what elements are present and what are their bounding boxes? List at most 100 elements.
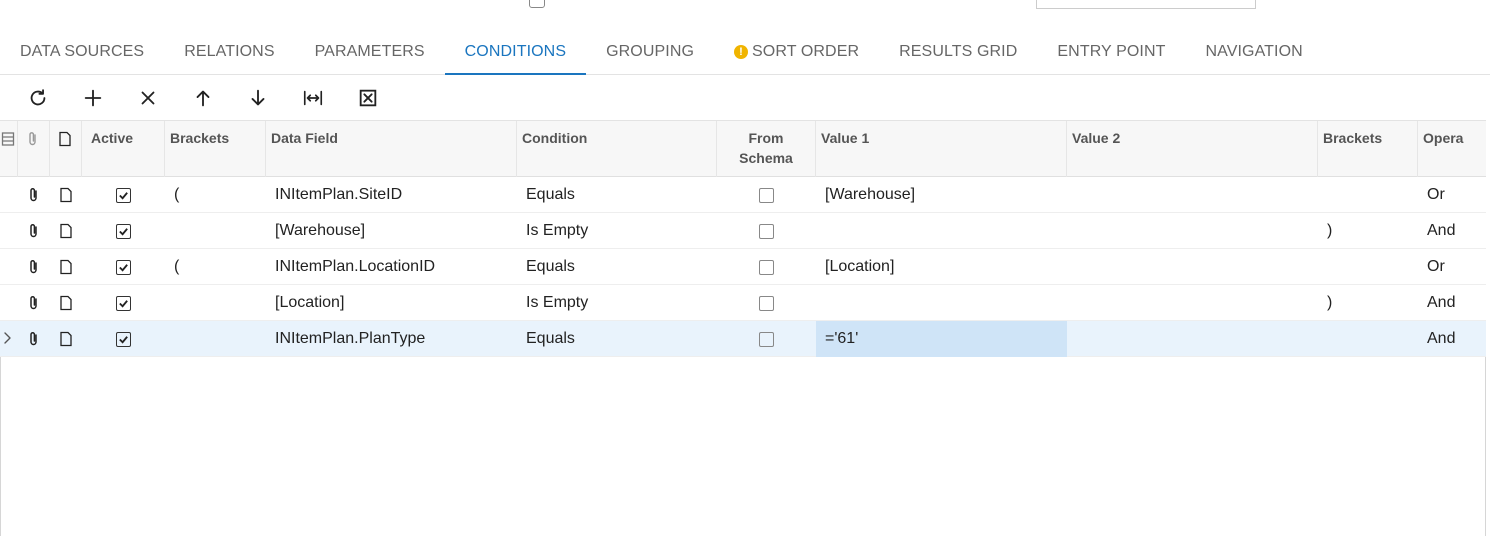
value1-cell[interactable] xyxy=(816,285,1067,321)
from-schema-checkbox[interactable] xyxy=(759,223,774,239)
condition-column-header[interactable]: Condition xyxy=(517,121,717,177)
value1-cell-active[interactable]: ='61' xyxy=(816,321,1067,357)
tab-navigation[interactable]: NAVIGATION xyxy=(1185,28,1322,75)
from-schema-cell[interactable] xyxy=(717,213,816,249)
operator-cell[interactable]: And xyxy=(1418,285,1486,321)
active-checkbox[interactable] xyxy=(116,187,131,203)
tab-results-grid[interactable]: RESULTS GRID xyxy=(879,28,1037,75)
table-row[interactable]: ( INItemPlan.SiteID Equals [Warehouse] O… xyxy=(0,177,1486,213)
operator-cell[interactable]: Or xyxy=(1418,249,1486,285)
data-field-cell[interactable]: [Location] xyxy=(266,285,517,321)
tab-data-sources[interactable]: DATA SOURCES xyxy=(0,28,164,75)
table-row-selected[interactable]: INItemPlan.PlanType Equals ='61' And xyxy=(0,321,1486,357)
row-note[interactable] xyxy=(50,321,82,357)
value2-cell[interactable] xyxy=(1067,213,1318,249)
data-field-cell[interactable]: INItemPlan.LocationID xyxy=(266,249,517,285)
row-attachment[interactable] xyxy=(18,285,50,321)
close-bracket-cell[interactable]: ) xyxy=(1318,213,1418,249)
value2-cell[interactable] xyxy=(1067,177,1318,213)
condition-cell[interactable]: Equals xyxy=(517,249,717,285)
value1-cell[interactable]: [Warehouse] xyxy=(816,177,1067,213)
operator-cell[interactable]: And xyxy=(1418,213,1486,249)
data-field-column-header[interactable]: Data Field xyxy=(266,121,517,177)
operator-cell[interactable]: Or xyxy=(1418,177,1486,213)
active-cell[interactable] xyxy=(82,321,165,357)
open-bracket-cell[interactable] xyxy=(165,285,266,321)
export-excel-button[interactable] xyxy=(340,81,395,115)
table-row[interactable]: [Warehouse] Is Empty ) And xyxy=(0,213,1486,249)
from-schema-cell[interactable] xyxy=(717,285,816,321)
open-bracket-cell[interactable] xyxy=(165,213,266,249)
value2-cell[interactable] xyxy=(1067,321,1318,357)
top-input[interactable] xyxy=(1036,0,1256,9)
table-row[interactable]: [Location] Is Empty ) And xyxy=(0,285,1486,321)
data-field-cell[interactable]: INItemPlan.SiteID xyxy=(266,177,517,213)
row-note[interactable] xyxy=(50,213,82,249)
from-schema-cell[interactable] xyxy=(717,177,816,213)
value1-cell[interactable] xyxy=(816,213,1067,249)
add-row-button[interactable] xyxy=(65,81,120,115)
data-field-cell[interactable]: INItemPlan.PlanType xyxy=(266,321,517,357)
data-field-cell[interactable]: [Warehouse] xyxy=(266,213,517,249)
active-cell[interactable] xyxy=(82,249,165,285)
brackets-open-column-header[interactable]: Brackets xyxy=(165,121,266,177)
active-checkbox[interactable] xyxy=(116,259,131,275)
row-attachment[interactable] xyxy=(18,213,50,249)
value2-cell[interactable] xyxy=(1067,285,1318,321)
brackets-close-column-header[interactable]: Brackets xyxy=(1318,121,1418,177)
close-bracket-cell[interactable] xyxy=(1318,177,1418,213)
row-note[interactable] xyxy=(50,249,82,285)
condition-cell[interactable]: Is Empty xyxy=(517,213,717,249)
condition-cell[interactable]: Equals xyxy=(517,321,717,357)
tab-grouping[interactable]: GROUPING xyxy=(586,28,714,75)
from-schema-checkbox[interactable] xyxy=(759,187,774,203)
operator-cell[interactable]: And xyxy=(1418,321,1486,357)
row-note[interactable] xyxy=(50,177,82,213)
tab-sort-order[interactable]: ! SORT ORDER xyxy=(714,28,879,75)
move-down-button[interactable] xyxy=(230,81,285,115)
tab-parameters[interactable]: PARAMETERS xyxy=(295,28,445,75)
active-column-header[interactable]: Active xyxy=(82,121,165,177)
value1-column-header[interactable]: Value 1 xyxy=(816,121,1067,177)
open-bracket-cell[interactable]: ( xyxy=(165,249,266,285)
active-cell[interactable] xyxy=(82,177,165,213)
fit-columns-button[interactable] xyxy=(285,81,340,115)
tab-relations[interactable]: RELATIONS xyxy=(164,28,294,75)
from-schema-checkbox[interactable] xyxy=(759,259,774,275)
from-schema-column-header[interactable]: From Schema xyxy=(717,121,816,177)
check-icon xyxy=(119,191,128,200)
condition-cell[interactable]: Equals xyxy=(517,177,717,213)
active-checkbox[interactable] xyxy=(116,331,131,347)
active-cell[interactable] xyxy=(82,213,165,249)
refresh-button[interactable] xyxy=(10,81,65,115)
row-note[interactable] xyxy=(50,285,82,321)
move-up-button[interactable] xyxy=(175,81,230,115)
tab-conditions[interactable]: CONDITIONS xyxy=(444,28,587,76)
table-row[interactable]: ( INItemPlan.LocationID Equals [Location… xyxy=(0,249,1486,285)
condition-cell[interactable]: Is Empty xyxy=(517,285,717,321)
tab-entry-point[interactable]: ENTRY POINT xyxy=(1037,28,1185,75)
active-cell[interactable] xyxy=(82,285,165,321)
value2-column-header[interactable]: Value 2 xyxy=(1067,121,1318,177)
row-attachment[interactable] xyxy=(18,249,50,285)
operator-column-header[interactable]: Opera xyxy=(1418,121,1486,177)
open-bracket-cell[interactable]: ( xyxy=(165,177,266,213)
from-schema-checkbox[interactable] xyxy=(759,295,774,311)
close-bracket-cell[interactable]: ) xyxy=(1318,285,1418,321)
row-attachment[interactable] xyxy=(18,177,50,213)
delete-row-button[interactable] xyxy=(120,81,175,115)
close-bracket-cell[interactable] xyxy=(1318,249,1418,285)
from-schema-cell[interactable] xyxy=(717,321,816,357)
note-icon xyxy=(60,187,72,203)
active-checkbox[interactable] xyxy=(116,223,131,239)
from-schema-checkbox[interactable] xyxy=(759,331,774,347)
from-schema-cell[interactable] xyxy=(717,249,816,285)
value1-cell[interactable]: [Location] xyxy=(816,249,1067,285)
close-bracket-cell[interactable] xyxy=(1318,321,1418,357)
row-settings-header[interactable] xyxy=(0,121,18,177)
row-attachment[interactable] xyxy=(18,321,50,357)
open-bracket-cell[interactable] xyxy=(165,321,266,357)
top-checkbox[interactable] xyxy=(529,0,545,8)
active-checkbox[interactable] xyxy=(116,295,131,311)
value2-cell[interactable] xyxy=(1067,249,1318,285)
